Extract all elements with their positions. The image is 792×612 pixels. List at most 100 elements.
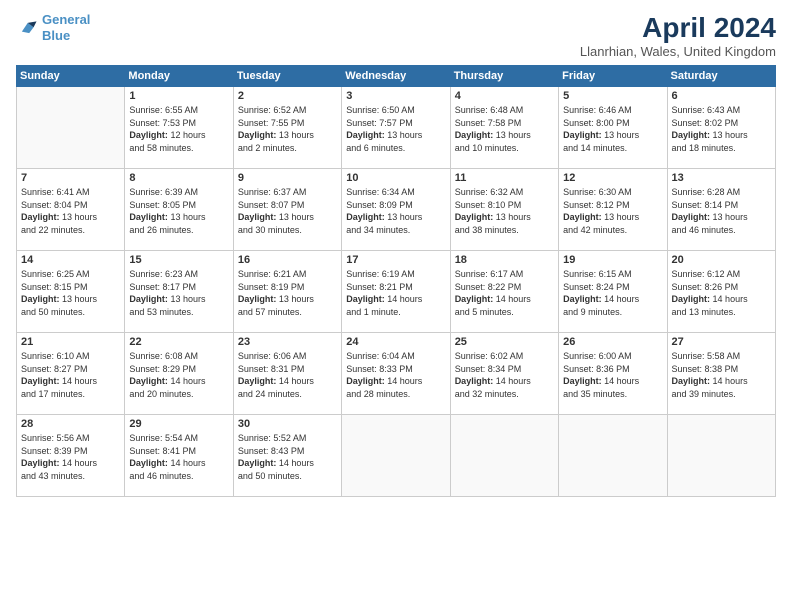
day-info-line: Sunset: 8:10 PM [455,200,522,210]
day-info: Sunrise: 6:19 AMSunset: 8:21 PMDaylight:… [346,268,445,318]
calendar-cell: 25Sunrise: 6:02 AMSunset: 8:34 PMDayligh… [450,333,558,415]
day-number: 21 [21,336,120,348]
calendar-cell: 3Sunrise: 6:50 AMSunset: 7:57 PMDaylight… [342,87,450,169]
calendar-cell [667,415,775,497]
day-info-line: Sunrise: 6:15 AM [563,269,632,279]
day-info-line: Sunrise: 6:21 AM [238,269,307,279]
day-info-line: Sunset: 8:26 PM [672,282,739,292]
day-info: Sunrise: 6:17 AMSunset: 8:22 PMDaylight:… [455,268,554,318]
calendar-cell: 11Sunrise: 6:32 AMSunset: 8:10 PMDayligh… [450,169,558,251]
day-info-line: Sunset: 8:27 PM [21,364,88,374]
calendar-cell: 16Sunrise: 6:21 AMSunset: 8:19 PMDayligh… [233,251,341,333]
calendar-cell: 28Sunrise: 5:56 AMSunset: 8:39 PMDayligh… [17,415,125,497]
header-tuesday: Tuesday [233,66,341,87]
day-info-line: Sunset: 7:57 PM [346,118,413,128]
day-number: 23 [238,336,337,348]
logo: General Blue [16,12,90,43]
day-info-line: Daylight: 14 hours [129,376,205,386]
day-info: Sunrise: 6:46 AMSunset: 8:00 PMDaylight:… [563,104,662,154]
day-number: 2 [238,90,337,102]
calendar-cell: 7Sunrise: 6:41 AMSunset: 8:04 PMDaylight… [17,169,125,251]
day-info-line: and 46 minutes. [672,225,736,235]
day-info-line: and 1 minute. [346,307,401,317]
day-info-line: Daylight: 14 hours [346,294,422,304]
calendar-cell [342,415,450,497]
day-info-line: Sunrise: 6:23 AM [129,269,198,279]
day-info-line: and 35 minutes. [563,389,627,399]
day-number: 25 [455,336,554,348]
calendar-title: April 2024 [580,12,776,44]
day-info-line: Sunset: 8:22 PM [455,282,522,292]
day-number: 27 [672,336,771,348]
day-number: 16 [238,254,337,266]
day-info-line: Daylight: 13 hours [346,130,422,140]
day-info: Sunrise: 5:56 AMSunset: 8:39 PMDaylight:… [21,432,120,482]
calendar-week-4: 21 Sunrise: 6:10 AMSunset: 8:27 PMDayligh… [17,333,776,415]
day-number: 1 [129,90,228,102]
day-info-line: Sunset: 8:43 PM [238,446,305,456]
calendar-week-3: 14 Sunrise: 6:25 AMSunset: 8:15 PMDayligh… [17,251,776,333]
day-info-line: Daylight: 13 hours [455,130,531,140]
header-wednesday: Wednesday [342,66,450,87]
day-info-line: Sunrise: 6:00 AM [563,351,632,361]
calendar-table: Sunday Monday Tuesday Wednesday Thursday… [16,65,776,497]
day-info-line: Sunrise: 6:12 AM [672,269,741,279]
day-info-line: Sunrise: 6:48 AM [455,105,524,115]
day-number: 5 [563,90,662,102]
day-info-line: Sunrise: 6:41 AM [21,187,90,197]
day-number: 14 [21,254,120,266]
day-info-line: Sunset: 8:38 PM [672,364,739,374]
day-info-line: Daylight: 14 hours [672,294,748,304]
day-info-line: and 5 minutes. [455,307,514,317]
day-info-line: Daylight: 13 hours [672,212,748,222]
day-info-line: Sunset: 8:07 PM [238,200,305,210]
day-info-line: Daylight: 14 hours [21,376,97,386]
day-number: 22 [129,336,228,348]
day-info-line: Sunrise: 6:19 AM [346,269,415,279]
calendar-cell [450,415,558,497]
day-info-line: Daylight: 13 hours [346,212,422,222]
day-number: 3 [346,90,445,102]
day-number: 24 [346,336,445,348]
day-number: 13 [672,172,771,184]
day-number: 7 [21,172,120,184]
day-info-line: Daylight: 14 hours [346,376,422,386]
day-info-line: and 46 minutes. [129,471,193,481]
day-info-line: and 6 minutes. [346,143,405,153]
day-info-line: Daylight: 14 hours [129,458,205,468]
day-info: Sunrise: 6:28 AMSunset: 8:14 PMDaylight:… [672,186,771,236]
day-info-line: and 9 minutes. [563,307,622,317]
calendar-cell: 21 Sunrise: 6:10 AMSunset: 8:27 PMDayligh… [17,333,125,415]
calendar-cell: 9Sunrise: 6:37 AMSunset: 8:07 PMDaylight… [233,169,341,251]
day-info-line: Sunset: 8:04 PM [21,200,88,210]
day-info: Sunrise: 6:32 AMSunset: 8:10 PMDaylight:… [455,186,554,236]
day-info: Sunrise: 6:25 AMSunset: 8:15 PMDaylight:… [21,268,120,318]
day-info: Sunrise: 6:10 AMSunset: 8:27 PMDaylight:… [21,350,120,400]
day-info-line: and 24 minutes. [238,389,302,399]
day-info: Sunrise: 6:55 AMSunset: 7:53 PMDaylight:… [129,104,228,154]
day-info-line: and 10 minutes. [455,143,519,153]
day-info-line: Daylight: 13 hours [129,294,205,304]
day-info-line: Daylight: 13 hours [238,130,314,140]
page-header: General Blue April 2024 Llanrhian, Wales… [16,12,776,59]
day-info-line: Sunrise: 5:58 AM [672,351,741,361]
day-info: Sunrise: 6:12 AM Sunset: 8:26 PM Daylight:… [672,268,771,318]
day-number: 19 [563,254,662,266]
day-info-line: Sunset: 8:29 PM [129,364,196,374]
day-info-line: and 42 minutes. [563,225,627,235]
calendar-cell: 27Sunrise: 5:58 AMSunset: 8:38 PMDayligh… [667,333,775,415]
header-saturday: Saturday [667,66,775,87]
logo-icon [16,17,38,39]
calendar-cell: 20Sunrise: 6:12 AMSunset: 8:26 PMDayligh… [667,251,775,333]
day-number: 29 [129,418,228,430]
day-info-line: and 58 minutes. [129,143,193,153]
day-info: Sunrise: 6:00 AMSunset: 8:36 PMDaylight:… [563,350,662,400]
day-info-line: Sunset: 8:09 PM [346,200,413,210]
day-info-line: and 38 minutes. [455,225,519,235]
calendar-cell: 29 Sunrise: 5:54 AMSunset: 8:41 PMDayligh… [125,415,233,497]
day-info: Sunrise: 6:52 AMSunset: 7:55 PMDaylight:… [238,104,337,154]
day-info-line: and 50 minutes. [21,307,85,317]
day-info-line: Sunrise: 6:08 AM [129,351,198,361]
day-info: Sunrise: 5:54 AMSunset: 8:41 PMDaylight:… [129,432,228,482]
day-info-line: Daylight: 13 hours [563,130,639,140]
